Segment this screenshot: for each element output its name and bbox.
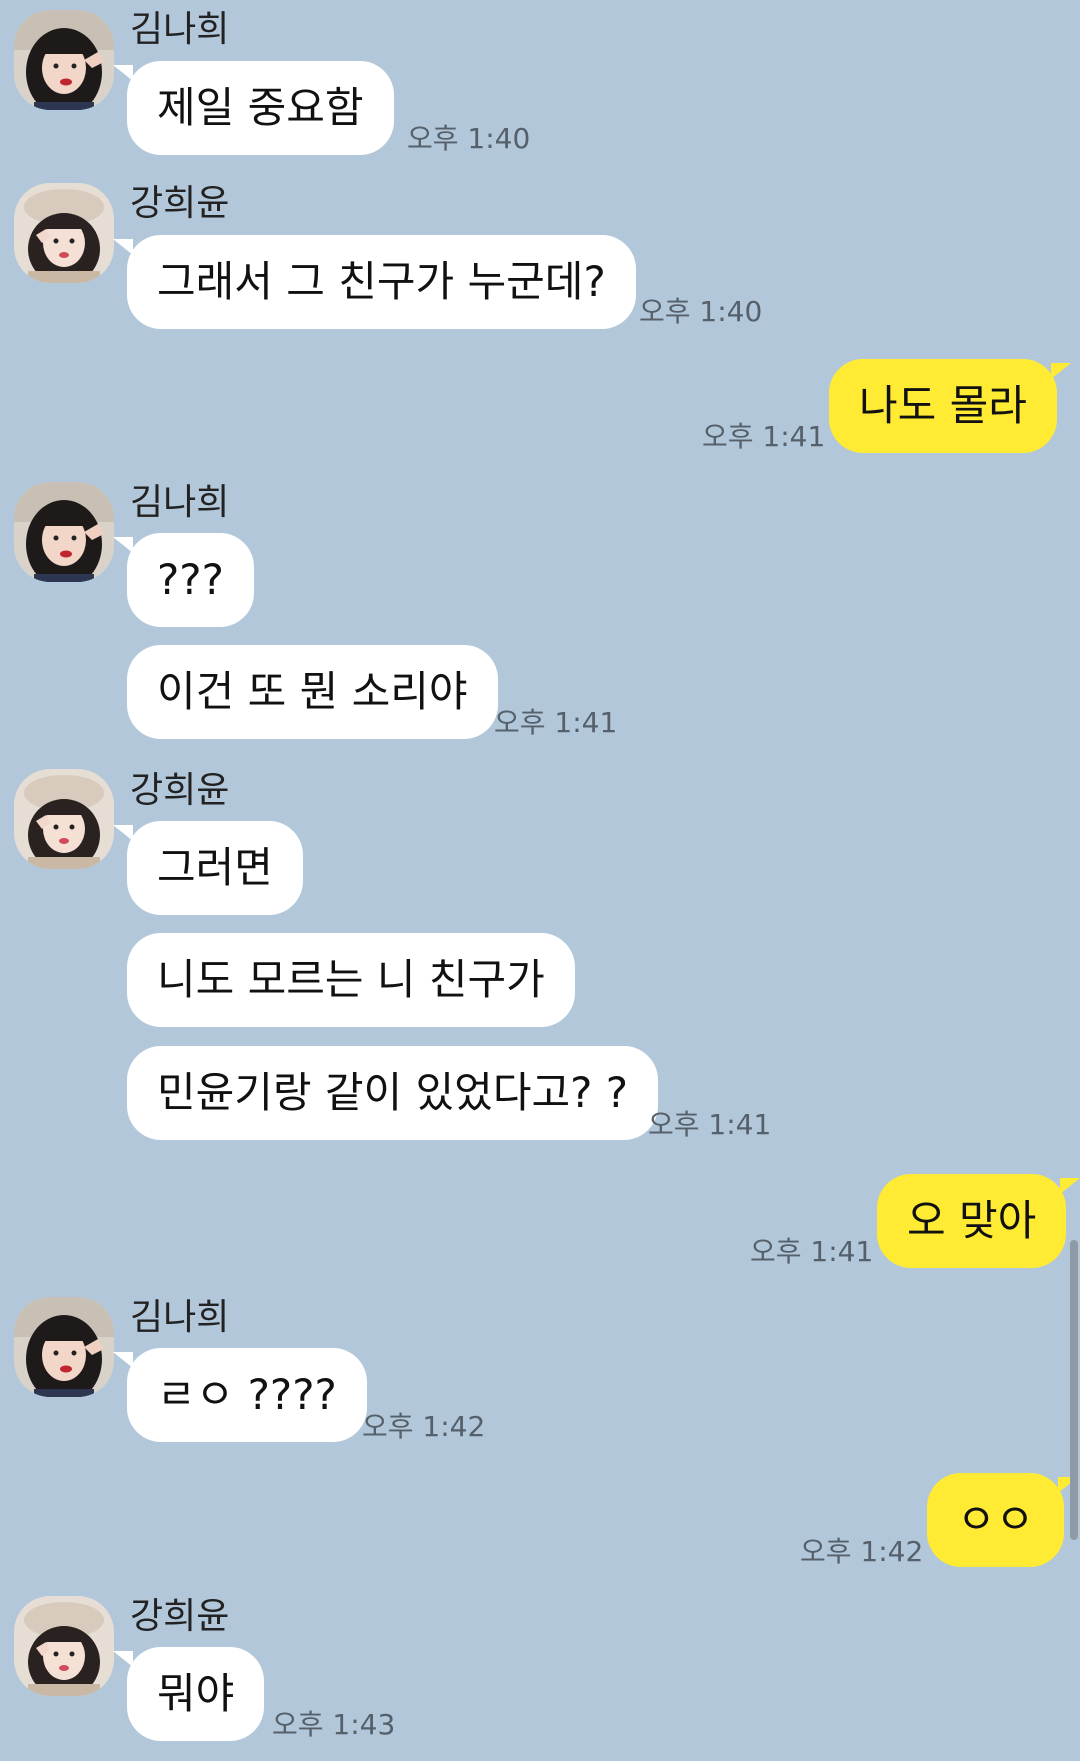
avatar-kang-heeyun[interactable] [14, 183, 114, 283]
message-bubble-outgoing[interactable]: 나도 몰라 [829, 359, 1071, 453]
message-bubble-incoming[interactable]: ㄹㅇ ???? [113, 1348, 367, 1442]
message-timestamp: 오후 1:42 [800, 1535, 924, 1568]
message-bubble-incoming[interactable]: 니도 모르는 니 친구가 [127, 933, 575, 1027]
message-text: 오 맞아 [907, 1196, 1037, 1245]
message-timestamp: 오후 1:41 [702, 420, 826, 453]
sender-name: 강희윤 [130, 183, 230, 224]
sender-name: 김나희 [130, 9, 230, 50]
message-bubble-incoming[interactable]: 그래서 그 친구가 누군데? [113, 235, 636, 329]
message-bubble-incoming[interactable]: 민윤기랑 같이 있었다고? ? [127, 1046, 659, 1140]
message-timestamp: 오후 1:40 [407, 122, 531, 155]
sender-name: 강희윤 [130, 1596, 230, 1637]
message-text: 니도 모르는 니 친구가 [157, 955, 545, 1004]
message-timestamp: 오후 1:41 [750, 1235, 874, 1268]
message-text: ㄹㅇ ???? [157, 1370, 337, 1419]
message-text: 제일 중요함 [157, 83, 364, 132]
message-text: 그러면 [157, 843, 273, 892]
message-timestamp: 오후 1:42 [362, 1410, 486, 1443]
message-text: ㅇㅇ [957, 1495, 1035, 1544]
chat-room[interactable]: 김나희 제일 중요함 오후 1:40 강희윤 그래서 그 친구가 누군데? 오후… [0, 0, 1080, 1761]
message-bubble-outgoing[interactable]: ㅇㅇ [927, 1473, 1079, 1567]
message-bubble-incoming[interactable]: 이건 또 뭔 소리야 [127, 645, 498, 739]
message-text: 나도 몰라 [859, 381, 1027, 430]
avatar-kang-heeyun[interactable] [14, 769, 114, 869]
message-timestamp: 오후 1:41 [494, 706, 618, 739]
avatar-kim-nahee[interactable] [14, 10, 114, 110]
sender-name: 김나희 [130, 1297, 230, 1338]
message-bubble-incoming[interactable]: 그러면 [113, 821, 303, 915]
message-timestamp: 오후 1:40 [639, 295, 763, 328]
avatar-kim-nahee[interactable] [14, 482, 114, 582]
message-text: 그래서 그 친구가 누군데? [157, 257, 606, 306]
message-bubble-incoming[interactable]: 뭐야 [113, 1647, 265, 1741]
sender-name: 강희윤 [130, 770, 230, 811]
message-bubble-outgoing[interactable]: 오 맞아 [877, 1174, 1080, 1268]
message-text: 뭐야 [157, 1669, 235, 1718]
message-timestamp: 오후 1:41 [648, 1108, 772, 1141]
avatar-kang-heeyun[interactable] [14, 1596, 114, 1696]
sender-name: 김나희 [130, 482, 230, 523]
message-timestamp: 오후 1:43 [272, 1708, 396, 1741]
message-text: ??? [157, 555, 224, 604]
scrollbar[interactable] [1070, 1240, 1078, 1540]
message-text: 민윤기랑 같이 있었다고? ? [157, 1068, 629, 1117]
message-bubble-incoming[interactable]: 제일 중요함 [113, 61, 394, 155]
message-bubble-incoming[interactable]: ??? [113, 533, 254, 627]
message-text: 이건 또 뭔 소리야 [157, 667, 468, 716]
avatar-kim-nahee[interactable] [14, 1297, 114, 1397]
